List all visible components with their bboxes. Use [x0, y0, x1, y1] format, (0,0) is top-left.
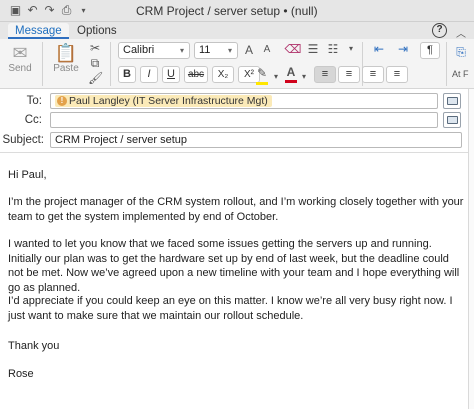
closing: Thank you — [8, 340, 60, 352]
align-center-icon: ≡ — [345, 68, 353, 80]
tab-options[interactable]: Options — [70, 23, 124, 39]
collapse-ribbon-icon[interactable]: ︿ — [456, 25, 466, 40]
signature: Rose — [8, 368, 34, 380]
help-button[interactable]: ? — [432, 23, 447, 38]
redo-icon[interactable]: ↷ — [43, 4, 56, 17]
strikethrough-button[interactable]: abc — [184, 66, 208, 83]
paste-button[interactable]: 📋 Paste — [48, 43, 84, 74]
address-book-button[interactable] — [443, 93, 461, 109]
greeting: Hi Paul, — [8, 169, 47, 181]
justify-button[interactable]: ≡ — [386, 66, 408, 83]
body-paragraph-3: I’d appreciate if you could keep an eye … — [8, 295, 453, 322]
decrease-indent-icon[interactable]: ⇤ — [370, 42, 388, 56]
chevron-down-icon: ▾ — [179, 46, 184, 55]
save-icon[interactable]: ▣ — [9, 4, 22, 17]
align-right-button[interactable]: ≡ — [362, 66, 384, 83]
body-paragraph-1: I’m the project manager of the CRM syste… — [8, 196, 464, 223]
align-left-icon: ≡ — [321, 68, 329, 80]
ribbon-separator — [42, 42, 43, 86]
send-label: Send — [8, 63, 32, 74]
show-formatting-button[interactable]: ¶ — [420, 42, 440, 59]
contact-status-icon: ! — [57, 96, 67, 106]
body-paragraph-2: I wanted to let you know that we faced s… — [8, 238, 460, 294]
format-painter-icon[interactable]: 🖌 — [88, 71, 103, 85]
font-size-select[interactable]: 11 ▾ — [194, 42, 238, 59]
copy-icon[interactable]: ⧉ — [88, 56, 102, 70]
justify-icon: ≡ — [393, 68, 401, 80]
ribbon-separator — [446, 42, 447, 86]
tab-message[interactable]: Message — [8, 23, 69, 39]
font-name-value: Calibri — [123, 44, 155, 56]
chevron-down-icon[interactable]: ▾ — [272, 70, 280, 84]
subscript-button[interactable]: X₂ — [212, 66, 234, 83]
chevron-down-icon[interactable]: ▾ — [346, 42, 356, 56]
align-left-button[interactable]: ≡ — [314, 66, 336, 83]
increase-indent-icon[interactable]: ⇥ — [394, 42, 412, 56]
font-name-select[interactable]: Calibri ▾ — [118, 42, 190, 59]
cc-label: Cc: — [24, 114, 42, 126]
subject-field[interactable]: CRM Project / server setup — [50, 132, 462, 148]
highlight-icon[interactable]: ✎ — [254, 66, 270, 80]
bullets-icon[interactable]: ☰ — [306, 42, 320, 56]
undo-icon[interactable]: ↶ — [26, 4, 39, 17]
send-icon: ✉ — [12, 43, 28, 63]
ribbon: ✉ Send 📋 Paste ✂ ⧉ 🖌 Calibri ▾ 11 ▾ A A … — [0, 39, 474, 89]
address-book-icon — [447, 116, 458, 124]
clear-formatting-icon[interactable]: ⌫ — [284, 42, 302, 56]
subject-value: CRM Project / server setup — [55, 134, 188, 146]
send-button[interactable]: ✉ Send — [4, 43, 36, 74]
underline-button[interactable]: U — [162, 66, 180, 83]
grow-font-icon[interactable]: A — [242, 43, 256, 57]
chevron-down-icon[interactable]: ▾ — [300, 70, 308, 84]
shrink-font-icon[interactable]: A — [260, 43, 274, 57]
recipient-chip[interactable]: ! Paul Langley (IT Server Infrastructure… — [55, 95, 272, 107]
window-title: CRM Project / server setup • (null) — [136, 4, 318, 18]
italic-button[interactable]: I — [140, 66, 158, 83]
paste-label: Paste — [53, 63, 79, 74]
attach-file-icon[interactable]: ⎘ — [452, 45, 470, 59]
numbering-icon[interactable]: ☷ — [326, 42, 340, 56]
cut-icon[interactable]: ✂ — [88, 41, 102, 55]
align-center-button[interactable]: ≡ — [338, 66, 360, 83]
address-book-icon — [447, 97, 458, 105]
font-color-icon[interactable]: A — [284, 65, 298, 79]
address-book-button[interactable] — [443, 112, 461, 128]
attach-file-label: At F — [452, 69, 469, 79]
highlight-color-bar — [256, 82, 268, 85]
print-icon[interactable]: ⎙ — [60, 4, 73, 17]
to-field[interactable]: ! Paul Langley (IT Server Infrastructure… — [50, 93, 438, 109]
align-right-icon: ≡ — [369, 68, 377, 80]
cc-field[interactable] — [50, 112, 438, 128]
subject-label: Subject: — [2, 134, 44, 146]
ribbon-separator — [110, 42, 111, 86]
recipient-name: Paul Langley (IT Server Infrastructure M… — [69, 95, 268, 107]
chevron-down-icon: ▾ — [227, 46, 232, 55]
header-divider — [0, 152, 474, 153]
paste-icon: 📋 — [54, 43, 78, 63]
font-color-bar — [285, 80, 297, 83]
ribbon-tabs: Message Options ? ︿ — [0, 22, 474, 40]
dropdown-icon[interactable]: ▾ — [77, 4, 90, 17]
window-edge — [468, 89, 474, 409]
bold-button[interactable]: B — [118, 66, 136, 83]
font-size-value: 11 — [199, 44, 211, 56]
to-label: To: — [26, 95, 42, 107]
title-bar: ▣ ↶ ↷ ⎙ ▾ CRM Project / server setup • (… — [0, 0, 474, 22]
